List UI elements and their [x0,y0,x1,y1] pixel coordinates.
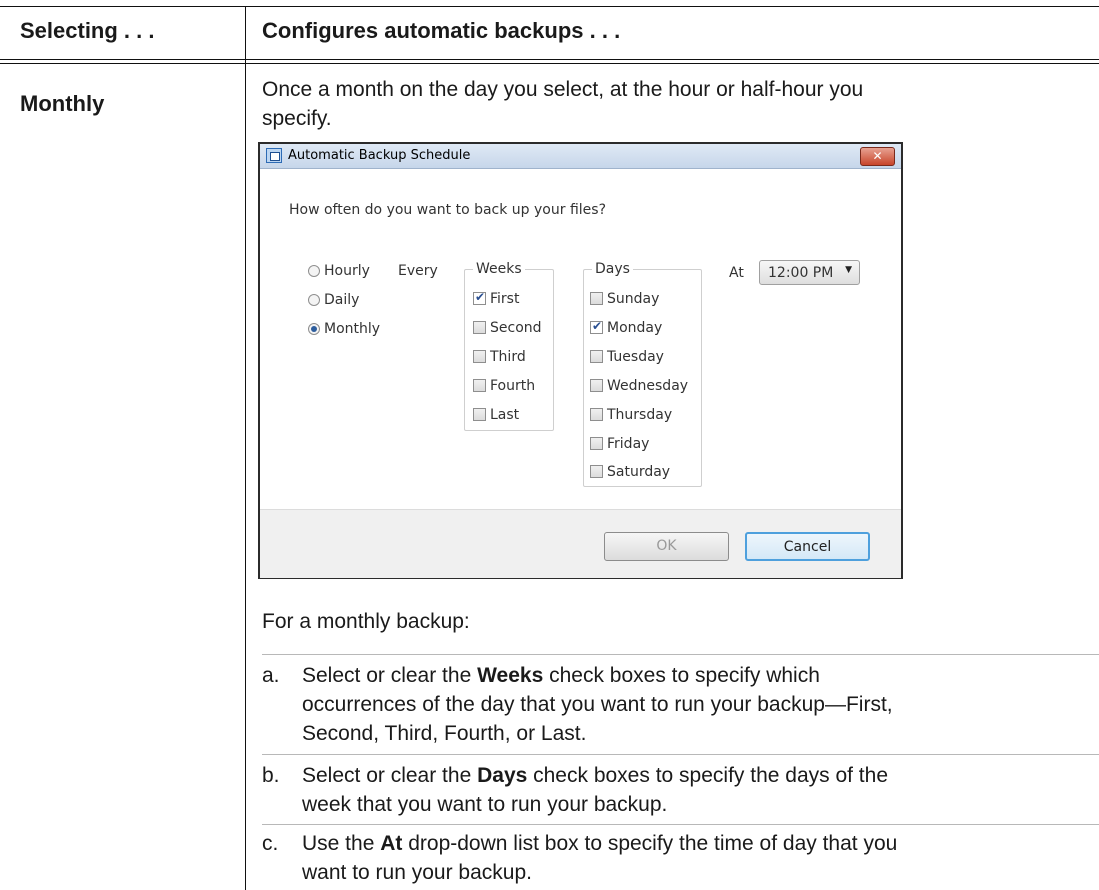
step-c: c. Use the At drop-down list box to spec… [262,829,1099,889]
step-a-pre: Select or clear the [302,664,478,687]
dialog-title-bar: Automatic Backup Schedule ✕ [260,144,901,169]
radio-daily-control[interactable] [308,294,320,306]
radio-hourly-control[interactable] [308,265,320,277]
days-monday-check[interactable] [590,319,603,334]
close-icon[interactable]: ✕ [860,147,895,166]
dialog-question: How often do you want to back up your fi… [289,202,606,218]
weeks-last-label: Last [490,407,520,423]
radio-monthly-control[interactable] [308,323,320,335]
step-b-line2: week that you want to run your backup. [302,793,668,816]
monthly-intro: For a monthly backup: [262,610,470,633]
step-c-text: Use the At drop-down list box to specify… [302,829,1092,858]
days-tuesday-label: Tuesday [607,349,664,365]
days-legend: Days [592,261,633,277]
step-c-letter: c. [262,832,279,855]
step-a-rest: check boxes to specify which [543,664,820,687]
step-a-text: Select or clear the Weeks check boxes to… [302,661,1092,690]
step-b-pre: Select or clear the [302,764,478,787]
automatic-backup-schedule-dialog: Automatic Backup Schedule ✕ How often do… [258,142,903,579]
days-wednesday-check[interactable] [590,379,603,392]
days-tuesday-check[interactable] [590,350,603,363]
header-bottom-rule [0,59,1099,60]
days-saturday-label: Saturday [607,464,671,480]
at-label: At [729,265,744,281]
column-header-selecting: Selecting . . . [20,18,155,43]
weeks-legend: Weeks [473,261,525,277]
days-friday-label: Friday [607,436,650,452]
days-monday-label: Monday [607,320,663,336]
dialog-title: Automatic Backup Schedule [288,148,471,163]
weeks-second-check[interactable] [473,321,486,334]
step-separator-c [262,824,1099,825]
time-dropdown-value: 12:00 PM [768,265,834,281]
weeks-first-label: First [490,291,520,307]
step-b: b. Select or clear the Days check boxes … [262,761,1099,821]
step-b-letter: b. [262,764,280,787]
step-c-bold: At [380,832,403,855]
days-sunday-check[interactable] [590,292,603,305]
step-c-rest: drop-down list box to specify the time o… [402,832,898,855]
header-bottom-rule-2 [0,63,1099,64]
table-top-rule [0,6,1099,7]
step-a: a. Select or clear the Weeks check boxes… [262,661,1099,751]
weeks-first-check[interactable] [473,290,486,305]
ok-button[interactable]: OK [604,532,729,561]
step-b-text: Select or clear the Days check boxes to … [302,761,1092,790]
weeks-fourth-check[interactable] [473,379,486,392]
step-separator-a [262,654,1099,655]
step-separator-b [262,754,1099,755]
radio-hourly-label: Hourly [324,263,370,279]
step-a-line3: Second, Third, Fourth, or Last. [302,722,587,745]
step-a-letter: a. [262,664,280,687]
weeks-third-label: Third [490,349,526,365]
days-saturday-check[interactable] [590,465,603,478]
column-divider [245,6,246,890]
monthly-description-line2: specify. [262,107,332,130]
step-a-bold: Weeks [477,664,544,687]
step-b-bold: Days [477,764,528,787]
row-label-monthly: Monthly [20,91,105,116]
dialog-button-bar: OK Cancel [260,509,901,578]
radio-daily-label: Daily [324,292,360,308]
days-friday-check[interactable] [590,437,603,450]
monthly-description-line1: Once a month on the day you select, at t… [262,78,864,101]
chevron-down-icon: ▼ [845,265,852,275]
weeks-last-check[interactable] [473,408,486,421]
step-c-pre: Use the [302,832,381,855]
days-wednesday-label: Wednesday [607,378,689,394]
weeks-third-check[interactable] [473,350,486,363]
cancel-button[interactable]: Cancel [745,532,870,561]
days-thursday-check[interactable] [590,408,603,421]
weeks-fourth-label: Fourth [490,378,536,394]
step-b-rest: check boxes to specify the days of the [527,764,888,787]
backup-schedule-icon [266,148,282,163]
every-label: Every [398,263,438,279]
column-header-configures: Configures automatic backups . . . [262,18,621,43]
step-a-line2: occurrences of the day that you want to … [302,693,893,716]
days-thursday-label: Thursday [607,407,673,423]
step-c-line2: want to run your backup. [302,861,532,884]
radio-monthly-label: Monthly [324,321,381,337]
weeks-second-label: Second [490,320,542,336]
days-sunday-label: Sunday [607,291,660,307]
time-dropdown[interactable]: 12:00 PM ▼ [759,260,860,285]
